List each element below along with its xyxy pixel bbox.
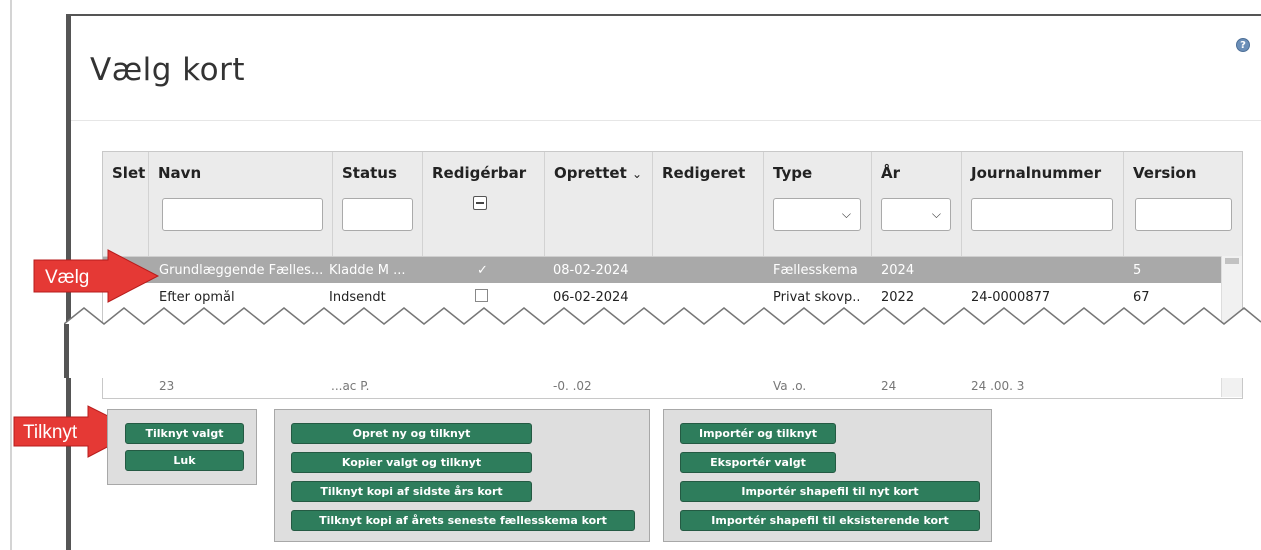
eksporter-valgt-button[interactable]: Eksportér valgt <box>680 452 836 473</box>
tilknyt-kopi-sidste-button[interactable]: Tilknyt kopi af sidste års kort <box>291 481 532 502</box>
opret-ny-button[interactable]: Opret ny og tilknyt <box>291 423 532 444</box>
importer-tilknyt-button[interactable]: Importér og tilknyt <box>680 423 836 444</box>
tilknyt-callout-label: Tilknyt <box>23 422 78 443</box>
tilknyt-kopi-seneste-button[interactable]: Tilknyt kopi af årets seneste fællesskem… <box>291 510 635 531</box>
kopier-valgt-button[interactable]: Kopier valgt og tilknyt <box>291 452 532 473</box>
vaelg-callout-label: Vælg <box>45 267 90 288</box>
button-group-create: Opret ny og tilknyt Kopier valgt og tilk… <box>274 409 650 542</box>
button-group-primary: Tilknyt valgt Luk <box>107 409 257 485</box>
button-group-import: Importér og tilknyt Eksportér valgt Impo… <box>663 409 992 542</box>
tilknyt-valgt-button[interactable]: Tilknyt valgt <box>125 423 244 444</box>
importer-shapefil-eksisterende-button[interactable]: Importér shapefil til eksisterende kort <box>680 510 980 531</box>
luk-button[interactable]: Luk <box>125 450 244 471</box>
importer-shapefil-nyt-button[interactable]: Importér shapefil til nyt kort <box>680 481 980 502</box>
